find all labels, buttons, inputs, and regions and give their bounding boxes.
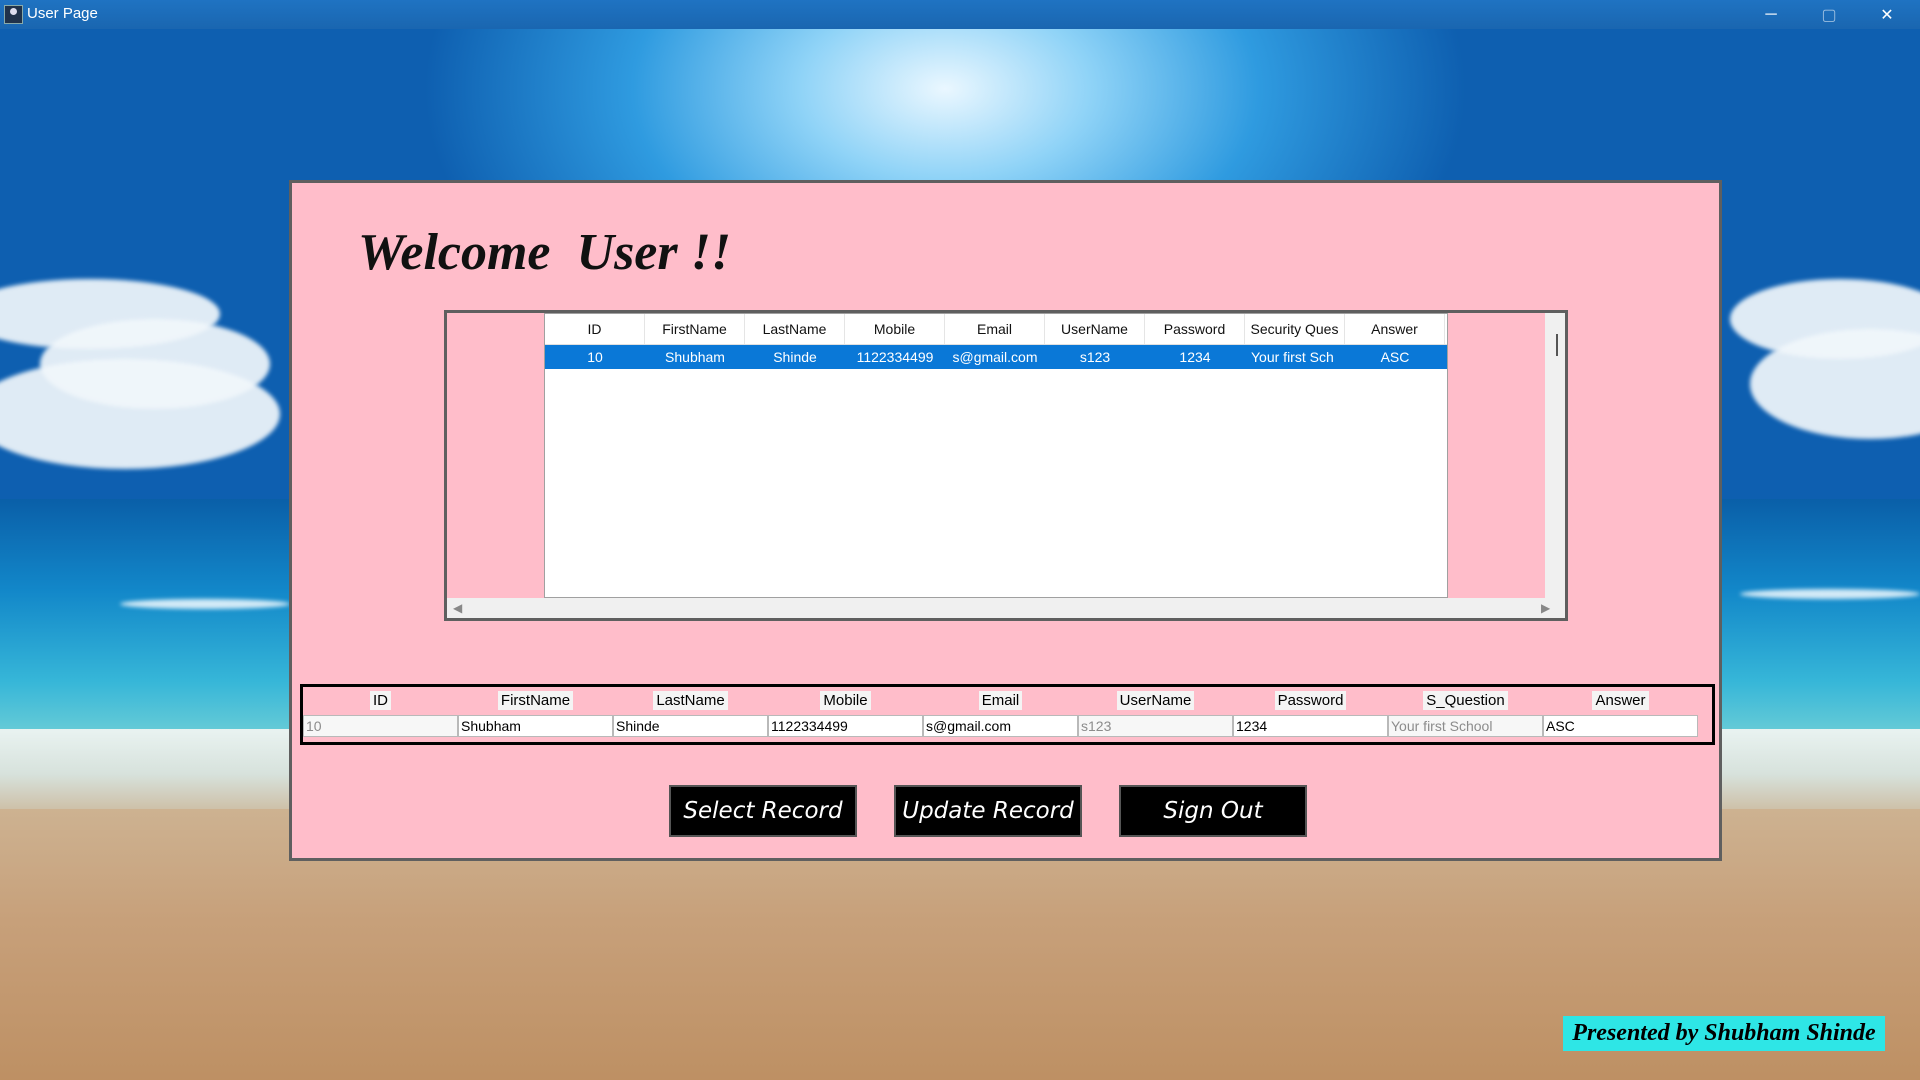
lastname-input[interactable] xyxy=(613,715,768,737)
field-firstname: FirstName xyxy=(458,687,613,742)
column-header-lastname[interactable]: LastName xyxy=(745,314,845,344)
records-grid[interactable]: ID FirstName LastName Mobile Email UserN… xyxy=(544,313,1448,598)
maximize-button[interactable]: ▢ xyxy=(1800,0,1858,29)
column-header-firstname[interactable]: FirstName xyxy=(645,314,745,344)
username-input[interactable] xyxy=(1078,715,1233,737)
id-label: ID xyxy=(370,691,391,710)
mobile-input[interactable] xyxy=(768,715,923,737)
answer-input[interactable] xyxy=(1543,715,1698,737)
app-icon xyxy=(4,5,23,24)
scroll-left-arrow-icon[interactable]: ◀ xyxy=(453,601,462,615)
vertical-scroll-thumb[interactable] xyxy=(1556,334,1558,356)
username-label: UserName xyxy=(1116,691,1195,710)
email-input[interactable] xyxy=(923,715,1078,737)
close-button[interactable]: ✕ xyxy=(1858,0,1916,29)
welcome-heading: Welcome User !! xyxy=(358,224,732,281)
update-record-button[interactable]: Update Record xyxy=(894,785,1082,837)
field-security-question: S_Question xyxy=(1388,687,1543,742)
mobile-label: Mobile xyxy=(820,691,871,710)
field-lastname: LastName xyxy=(613,687,768,742)
column-header-mobile[interactable]: Mobile xyxy=(845,314,945,344)
column-header-username[interactable]: UserName xyxy=(1045,314,1145,344)
window-title: User Page xyxy=(27,5,98,22)
field-username: UserName xyxy=(1078,687,1233,742)
field-password: Password xyxy=(1233,687,1388,742)
cell-lastname: Shinde xyxy=(773,349,817,365)
security-question-label: S_Question xyxy=(1423,691,1508,710)
cell-password: 1234 xyxy=(1179,349,1211,365)
table-row[interactable]: 10 Shubham Shinde 1122334499 s@gmail.com… xyxy=(545,345,1447,369)
field-mobile: Mobile xyxy=(768,687,923,742)
sign-out-button[interactable]: Sign Out xyxy=(1119,785,1307,837)
minimize-button[interactable]: ─ xyxy=(1742,0,1800,29)
firstname-label: FirstName xyxy=(497,691,574,710)
field-email: Email xyxy=(923,687,1078,742)
field-answer: Answer xyxy=(1543,687,1698,742)
horizontal-scrollbar[interactable]: ◀ ▶ xyxy=(447,598,1565,618)
records-grid-container: ID FirstName LastName Mobile Email UserN… xyxy=(444,310,1568,621)
vertical-scrollbar[interactable] xyxy=(1545,313,1565,598)
cell-firstname: Shubham xyxy=(665,349,725,365)
main-panel: Welcome User !! ID FirstName LastName Mo… xyxy=(289,180,1722,861)
column-header-password[interactable]: Password xyxy=(1145,314,1245,344)
title-bar: User Page ─ ▢ ✕ xyxy=(0,0,1920,29)
column-header-security-question[interactable]: Security Ques xyxy=(1245,314,1345,344)
grid-header: ID FirstName LastName Mobile Email UserN… xyxy=(545,314,1447,345)
password-input[interactable] xyxy=(1233,715,1388,737)
cell-username: s123 xyxy=(1079,349,1111,365)
record-form: ID FirstName LastName Mobile Email UserN… xyxy=(300,684,1715,745)
password-label: Password xyxy=(1274,691,1347,710)
column-header-id[interactable]: ID xyxy=(545,314,645,344)
column-header-answer[interactable]: Answer xyxy=(1345,314,1445,344)
email-label: Email xyxy=(978,691,1023,710)
answer-label: Answer xyxy=(1592,691,1649,710)
scroll-right-arrow-icon[interactable]: ▶ xyxy=(1541,601,1550,615)
column-header-email[interactable]: Email xyxy=(945,314,1045,344)
lastname-label: LastName xyxy=(653,691,728,710)
cell-mobile: 1122334499 xyxy=(856,349,934,365)
id-input[interactable] xyxy=(303,715,458,737)
cell-answer: ASC xyxy=(1380,349,1410,365)
cell-security-question: Your first Sch xyxy=(1251,349,1334,365)
credit-label: Presented by Shubham Shinde xyxy=(1563,1016,1885,1051)
select-record-button[interactable]: Select Record xyxy=(669,785,857,837)
cell-id: 10 xyxy=(587,349,603,365)
firstname-input[interactable] xyxy=(458,715,613,737)
security-question-input[interactable] xyxy=(1388,715,1543,737)
field-id: ID xyxy=(303,687,458,742)
cell-email: s@gmail.com xyxy=(952,349,1038,365)
